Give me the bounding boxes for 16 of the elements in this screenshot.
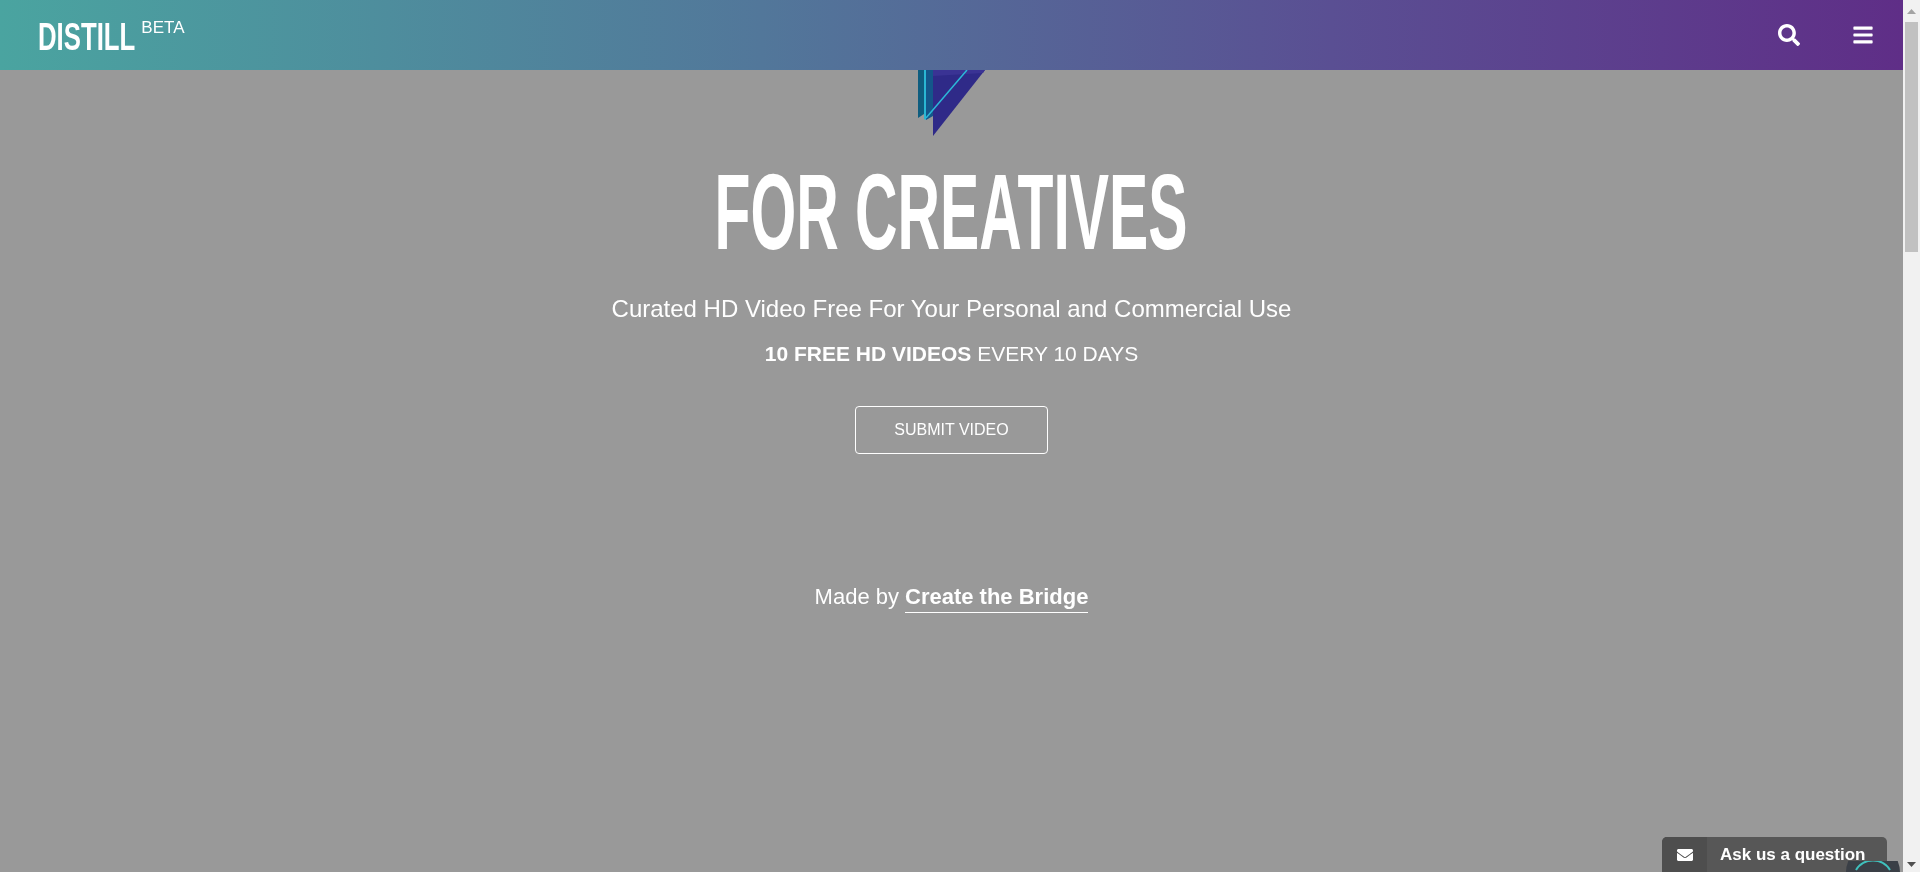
hero-title: FOR CREATIVES <box>715 159 1188 266</box>
menu-icon[interactable] <box>1852 24 1874 46</box>
search-icon[interactable] <box>1778 24 1800 46</box>
scrollbar-thumb[interactable] <box>1905 22 1918 252</box>
hero-subtitle: Curated HD Video Free For Your Personal and Commercial Use <box>611 294 1292 323</box>
chat-widget[interactable]: Ask us a question <box>1662 837 1887 872</box>
create-the-bridge-link[interactable]: Create the Bridge <box>905 584 1089 613</box>
hero-tagline: 10 FREE HD VIDEOS EVERY 10 DAYS <box>764 341 1139 367</box>
logo-mark-drawing <box>916 70 987 136</box>
submit-video-button[interactable]: SUBMIT VIDEO <box>855 406 1048 454</box>
site-logo[interactable]: DISTILL <box>38 15 136 58</box>
round-button-icon[interactable] <box>1846 861 1900 872</box>
envelope-icon <box>1662 837 1707 872</box>
scroll-down-arrow-icon[interactable] <box>1907 862 1916 867</box>
beta-label: BETA <box>141 18 185 37</box>
made-by-text: Made by <box>814 583 899 611</box>
